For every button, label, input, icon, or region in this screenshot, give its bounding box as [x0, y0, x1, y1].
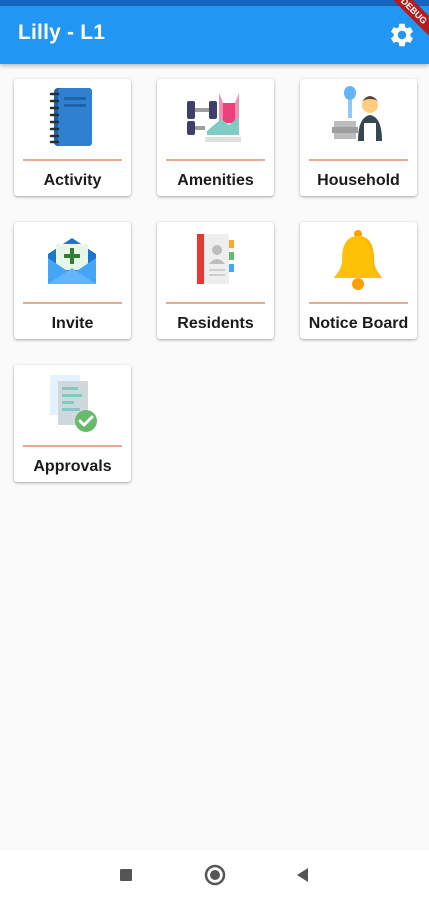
envelope-icon — [48, 238, 96, 284]
tile-label: Activity — [43, 172, 102, 189]
circle-icon[interactable] — [204, 864, 226, 886]
tile-label: Household — [317, 172, 400, 189]
tile-divider — [309, 159, 408, 161]
tile-label: Residents — [177, 315, 254, 332]
tile-label: Notice Board — [308, 315, 409, 332]
housekeeper-icon — [332, 86, 382, 141]
tile-divider — [166, 159, 265, 161]
tile-label: Amenities — [177, 172, 254, 189]
notebook-icon — [49, 88, 92, 146]
tile-notice-board[interactable]: Notice Board — [300, 222, 417, 339]
tile-household[interactable]: Household — [300, 79, 417, 196]
tile-label: Invite — [51, 315, 94, 332]
tile-activity[interactable]: Activity — [14, 79, 131, 196]
tile-approvals[interactable]: Approvals — [14, 365, 131, 482]
tile-divider — [166, 302, 265, 304]
gear-icon[interactable] — [388, 21, 416, 49]
app-bar: Lilly - L1 DEBUG — [0, 0, 429, 64]
bell-icon — [334, 230, 382, 290]
tile-residents[interactable]: Residents — [157, 222, 274, 339]
tile-amenities[interactable]: Amenities — [157, 79, 274, 196]
approved-document-icon — [50, 375, 97, 432]
square-icon[interactable] — [119, 868, 133, 882]
navigation-bar — [0, 850, 429, 900]
tile-label: Approvals — [33, 458, 112, 475]
tile-divider — [23, 302, 122, 304]
page-title: Lilly - L1 — [18, 21, 106, 44]
tile-divider — [23, 445, 122, 447]
tile-divider — [23, 159, 122, 161]
contact-book-icon — [197, 234, 234, 284]
tile-invite[interactable]: Invite — [14, 222, 131, 339]
tile-divider — [309, 302, 408, 304]
triangle-back-icon[interactable] — [295, 867, 309, 883]
gym-icon — [187, 93, 241, 142]
